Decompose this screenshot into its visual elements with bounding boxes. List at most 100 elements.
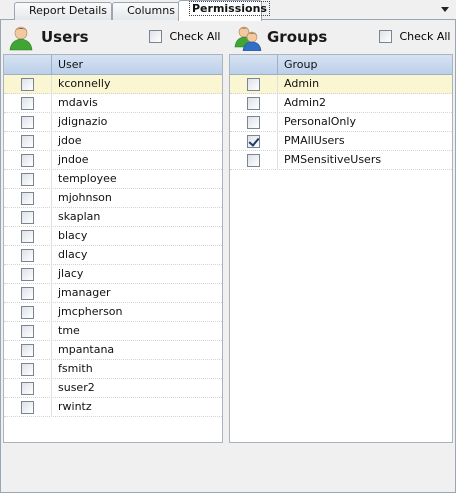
checkbox-cell bbox=[4, 75, 52, 94]
user-row[interactable]: jlacy bbox=[4, 265, 222, 284]
checkbox-cell bbox=[230, 94, 278, 113]
user-checkbox[interactable] bbox=[21, 173, 34, 186]
user-checkbox[interactable] bbox=[21, 78, 34, 91]
users-grid: User kconnelly mdavis jdignazio jdoe jndoe te… bbox=[3, 54, 223, 443]
user-row[interactable]: suser2 bbox=[4, 379, 222, 398]
user-row[interactable]: rwintz bbox=[4, 398, 222, 417]
checkbox-column-header bbox=[230, 55, 278, 75]
chevron-down-icon[interactable] bbox=[440, 4, 450, 14]
checkbox-cell bbox=[4, 94, 52, 113]
checkbox-cell bbox=[4, 284, 52, 303]
user-row[interactable]: kconnelly bbox=[4, 75, 222, 94]
checkbox-cell bbox=[4, 322, 52, 341]
tab-label: Permissions bbox=[189, 1, 270, 16]
checkbox-cell bbox=[4, 303, 52, 322]
user-checkbox[interactable] bbox=[21, 116, 34, 129]
group-name: Admin bbox=[284, 77, 320, 90]
user-row[interactable]: dlacy bbox=[4, 246, 222, 265]
checkbox-cell bbox=[230, 132, 278, 151]
user-checkbox[interactable] bbox=[21, 363, 34, 376]
user-name: jmcpherson bbox=[58, 305, 123, 318]
user-checkbox[interactable] bbox=[21, 135, 34, 148]
user-checkbox[interactable] bbox=[21, 401, 34, 414]
checkbox-cell bbox=[4, 132, 52, 151]
user-checkbox[interactable] bbox=[21, 249, 34, 262]
group-row[interactable]: PMSensitiveUsers bbox=[230, 151, 452, 170]
group-row[interactable]: PMAllUsers bbox=[230, 132, 452, 151]
user-checkbox[interactable] bbox=[21, 211, 34, 224]
user-checkbox[interactable] bbox=[21, 230, 34, 243]
user-icon bbox=[8, 25, 34, 51]
tab-strip: Report Details Columns Permissions bbox=[0, 0, 456, 21]
user-row[interactable]: jmcpherson bbox=[4, 303, 222, 322]
group-row[interactable]: Admin2 bbox=[230, 94, 452, 113]
user-name: blacy bbox=[58, 229, 88, 242]
user-checkbox[interactable] bbox=[21, 306, 34, 319]
user-row[interactable]: mdavis bbox=[4, 94, 222, 113]
group-column-header[interactable]: Group bbox=[278, 55, 452, 75]
user-row[interactable]: temployee bbox=[4, 170, 222, 189]
tab-permissions[interactable]: Permissions bbox=[178, 0, 270, 21]
user-row[interactable]: jndoe bbox=[4, 151, 222, 170]
users-panel-header: Users Check All bbox=[3, 20, 225, 56]
user-checkbox[interactable] bbox=[21, 154, 34, 167]
user-name: mjohnson bbox=[58, 191, 112, 204]
group-checkbox[interactable] bbox=[247, 78, 260, 91]
tab-report-details[interactable]: Report Details bbox=[14, 2, 112, 20]
user-name: kconnelly bbox=[58, 77, 111, 90]
user-checkbox[interactable] bbox=[21, 268, 34, 281]
user-name: suser2 bbox=[58, 381, 95, 394]
user-name: dlacy bbox=[58, 248, 88, 261]
checkbox-cell bbox=[4, 189, 52, 208]
user-name: jlacy bbox=[58, 267, 84, 280]
checkbox-cell bbox=[4, 208, 52, 227]
groups-rows: Admin Admin2 PersonalOnly PMAllUsers PMSensi… bbox=[230, 75, 452, 170]
user-name: jdignazio bbox=[58, 115, 108, 128]
user-name: jndoe bbox=[58, 153, 89, 166]
user-row[interactable]: mpantana bbox=[4, 341, 222, 360]
group-name: Admin2 bbox=[284, 96, 327, 109]
group-name: PMAllUsers bbox=[284, 134, 345, 147]
checkbox-cell bbox=[230, 113, 278, 132]
user-name: skaplan bbox=[58, 210, 101, 223]
users-check-all-label: Check All bbox=[169, 29, 221, 43]
user-checkbox[interactable] bbox=[21, 325, 34, 338]
user-checkbox[interactable] bbox=[21, 382, 34, 395]
group-checkbox[interactable] bbox=[247, 154, 260, 167]
user-row[interactable]: mjohnson bbox=[4, 189, 222, 208]
user-row[interactable]: jdignazio bbox=[4, 113, 222, 132]
checkbox-cell bbox=[4, 398, 52, 417]
groups-check-all-label: Check All bbox=[399, 29, 451, 43]
group-name: PMSensitiveUsers bbox=[284, 153, 382, 166]
user-row[interactable]: fsmith bbox=[4, 360, 222, 379]
user-checkbox[interactable] bbox=[21, 344, 34, 357]
groups-check-all-checkbox[interactable] bbox=[379, 29, 392, 43]
user-row[interactable]: jdoe bbox=[4, 132, 222, 151]
checkbox-cell bbox=[4, 227, 52, 246]
group-icon bbox=[234, 25, 262, 52]
user-row[interactable]: blacy bbox=[4, 227, 222, 246]
tab-label: Columns bbox=[127, 4, 175, 17]
user-name: temployee bbox=[58, 172, 117, 185]
group-checkbox[interactable] bbox=[247, 135, 260, 148]
group-checkbox[interactable] bbox=[247, 97, 260, 110]
groups-check-all[interactable]: Check All bbox=[379, 29, 450, 45]
user-name: jmanager bbox=[58, 286, 111, 299]
checkbox-cell bbox=[4, 265, 52, 284]
user-checkbox[interactable] bbox=[21, 192, 34, 205]
group-row[interactable]: Admin bbox=[230, 75, 452, 94]
user-row[interactable]: skaplan bbox=[4, 208, 222, 227]
groups-title: Groups bbox=[267, 28, 328, 46]
tab-columns[interactable]: Columns bbox=[112, 2, 180, 20]
user-checkbox[interactable] bbox=[21, 287, 34, 300]
user-checkbox[interactable] bbox=[21, 97, 34, 110]
group-checkbox[interactable] bbox=[247, 116, 260, 129]
checkbox-cell bbox=[4, 170, 52, 189]
user-row[interactable]: jmanager bbox=[4, 284, 222, 303]
users-check-all[interactable]: Check All bbox=[149, 29, 220, 45]
user-name: jdoe bbox=[58, 134, 82, 147]
user-row[interactable]: tme bbox=[4, 322, 222, 341]
user-column-header[interactable]: User bbox=[52, 55, 222, 75]
users-check-all-checkbox[interactable] bbox=[149, 29, 162, 43]
group-row[interactable]: PersonalOnly bbox=[230, 113, 452, 132]
